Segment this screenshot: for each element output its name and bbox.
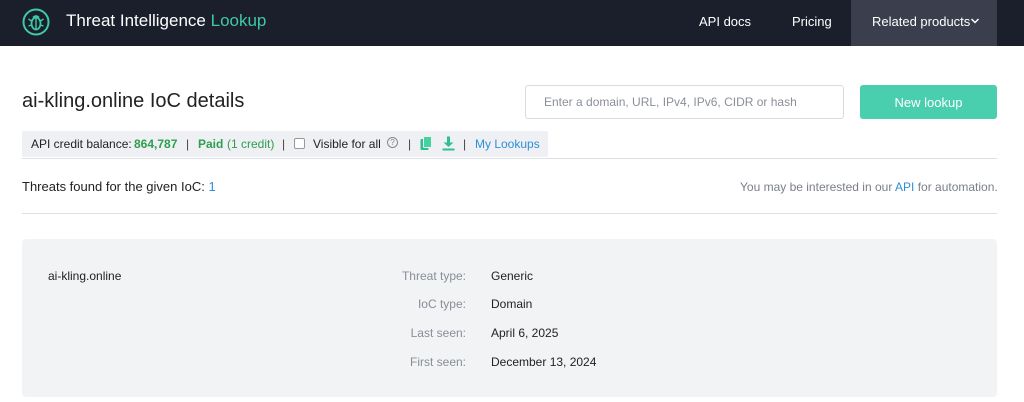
last-seen-label: Last seen: [410,326,466,340]
top-navbar: Threat Intelligence Lookup API docs Pric… [0,0,1024,46]
paid-label: Paid [198,137,224,151]
brand-main: Threat Intelligence [66,11,206,30]
automation-note: You may be interested in our API for aut… [740,180,998,194]
credit-balance-label: API credit balance: [31,137,132,151]
nav-related-products[interactable]: Related products [851,0,997,46]
paid-credit: (1 credit) [227,137,275,151]
first-seen-value: December 13, 2024 [491,355,597,369]
brand-accent: Lookup [210,11,267,30]
search-input[interactable] [525,85,844,119]
divider [22,158,997,159]
credit-bar: API credit balance: 864,787 | Paid (1 cr… [22,131,548,157]
copy-icon[interactable] [420,136,432,151]
ioc-type-label: IoC type: [417,297,466,311]
chevron-down-icon [970,18,980,24]
threats-found-count[interactable]: 1 [208,179,215,194]
last-seen-value: April 6, 2025 [491,326,559,340]
separator: | [282,137,286,151]
nav-related-products-label: Related products [872,14,971,29]
threats-found: Threats found for the given IoC: 1 [22,179,216,194]
my-lookups-link[interactable]: My Lookups [475,137,540,151]
separator: | [463,137,467,151]
ioc-details-card: ai-kling.online Threat type: Generic IoC… [22,239,997,397]
help-icon[interactable]: ? [387,137,398,148]
threat-type-value: Generic [491,269,534,283]
threat-type-label: Threat type: [401,269,466,283]
page-title: ai-kling.online IoC details [22,90,245,112]
visible-for-all-label[interactable]: Visible for all [313,137,381,151]
nav-api-docs[interactable]: API docs [699,14,751,29]
ioc-type-value: Domain [491,297,533,311]
automation-suffix: for automation. [917,180,998,194]
divider [22,213,997,214]
bug-logo-icon[interactable] [22,8,50,36]
separator: | [408,137,412,151]
credit-balance-value: 864,787 [134,137,178,151]
threats-found-label: Threats found for the given IoC: [22,179,205,194]
visible-for-all-checkbox[interactable] [294,138,305,149]
nav-pricing[interactable]: Pricing [792,14,832,29]
download-icon[interactable] [442,136,455,151]
api-link[interactable]: API [895,180,914,194]
automation-prefix: You may be interested in our [740,180,893,194]
new-lookup-button[interactable]: New lookup [860,85,997,119]
brand-title[interactable]: Threat Intelligence Lookup [66,11,266,31]
separator: | [186,137,190,151]
first-seen-label: First seen: [409,355,466,369]
